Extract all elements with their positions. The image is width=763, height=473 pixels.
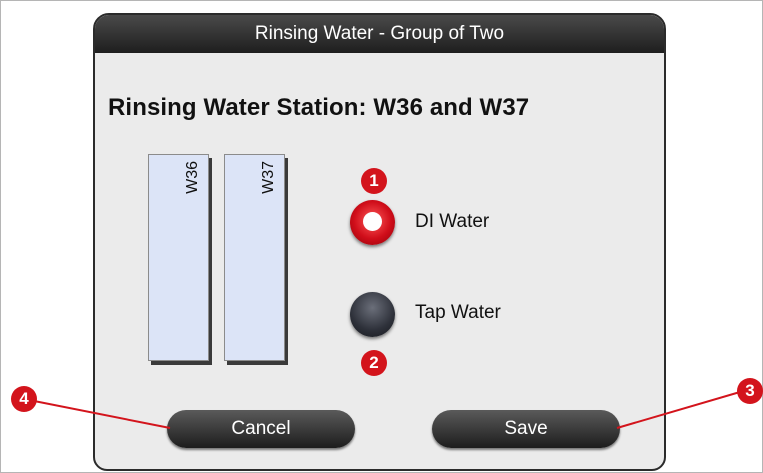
callout-marker-4: 4 (11, 386, 37, 412)
callout-marker-1: 1 (361, 168, 387, 194)
callout-marker-3: 3 (737, 378, 763, 404)
callout-line-cancel (23, 398, 171, 429)
callout-marker-2: 2 (361, 350, 387, 376)
callout-lines (23, 391, 741, 429)
callout-line-save (616, 391, 741, 429)
